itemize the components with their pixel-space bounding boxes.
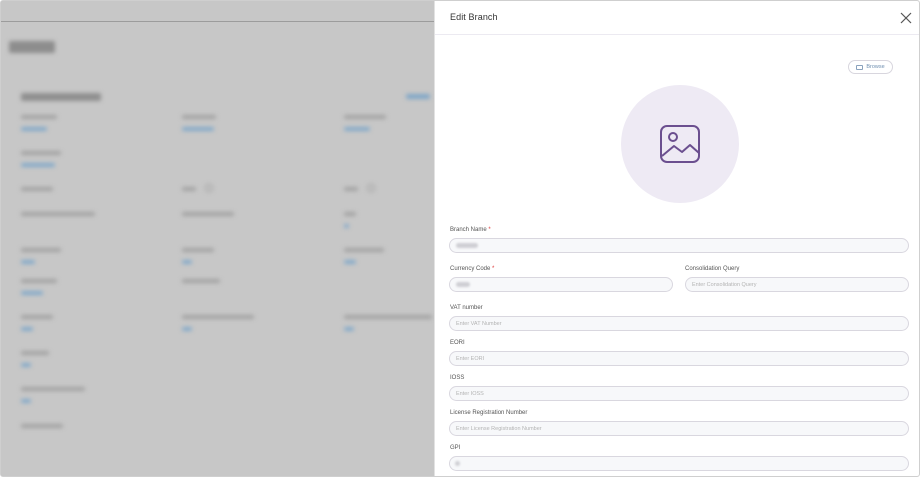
license-registration-number-input[interactable] (449, 421, 909, 436)
eori-input[interactable] (449, 351, 909, 366)
background-section-heading (21, 93, 101, 101)
image-icon (856, 64, 864, 70)
app-window: Edit Branch Browse Branch Name * Currenc… (0, 0, 920, 477)
currency-code-value (456, 282, 470, 287)
background-page (1, 1, 434, 476)
edit-branch-drawer: Edit Branch Browse Branch Name * Currenc… (434, 1, 919, 476)
close-button[interactable] (899, 11, 913, 25)
background-page-title (9, 41, 55, 53)
drawer-title: Edit Branch (450, 12, 498, 22)
branch-name-value (456, 243, 478, 248)
gpi-input[interactable] (449, 456, 909, 471)
eori-label: EORI (450, 340, 465, 346)
consolidation-query-input[interactable] (685, 277, 909, 292)
vat-number-label: VAT number (450, 305, 483, 311)
consolidation-query-label: Consolidation Query (685, 266, 740, 272)
drawer-header: Edit Branch (435, 1, 919, 35)
branch-image-placeholder (621, 85, 739, 203)
branch-name-label: Branch Name * (450, 227, 491, 233)
currency-code-select[interactable] (449, 277, 673, 292)
browse-label: Browse (866, 64, 885, 70)
vat-number-input[interactable] (449, 316, 909, 331)
ioss-label: IOSS (450, 375, 465, 381)
background-divider (1, 21, 434, 22)
ioss-input[interactable] (449, 386, 909, 401)
gpi-value (455, 461, 460, 466)
currency-code-label: Currency Code * (450, 266, 495, 272)
background-edit-link (406, 94, 430, 99)
close-icon (900, 12, 912, 24)
branch-name-input[interactable] (449, 238, 909, 253)
browse-button[interactable]: Browse (848, 60, 893, 74)
gpi-label: GPI (450, 445, 461, 451)
image-placeholder-icon (660, 125, 700, 163)
license-registration-number-label: License Registration Number (450, 410, 528, 416)
